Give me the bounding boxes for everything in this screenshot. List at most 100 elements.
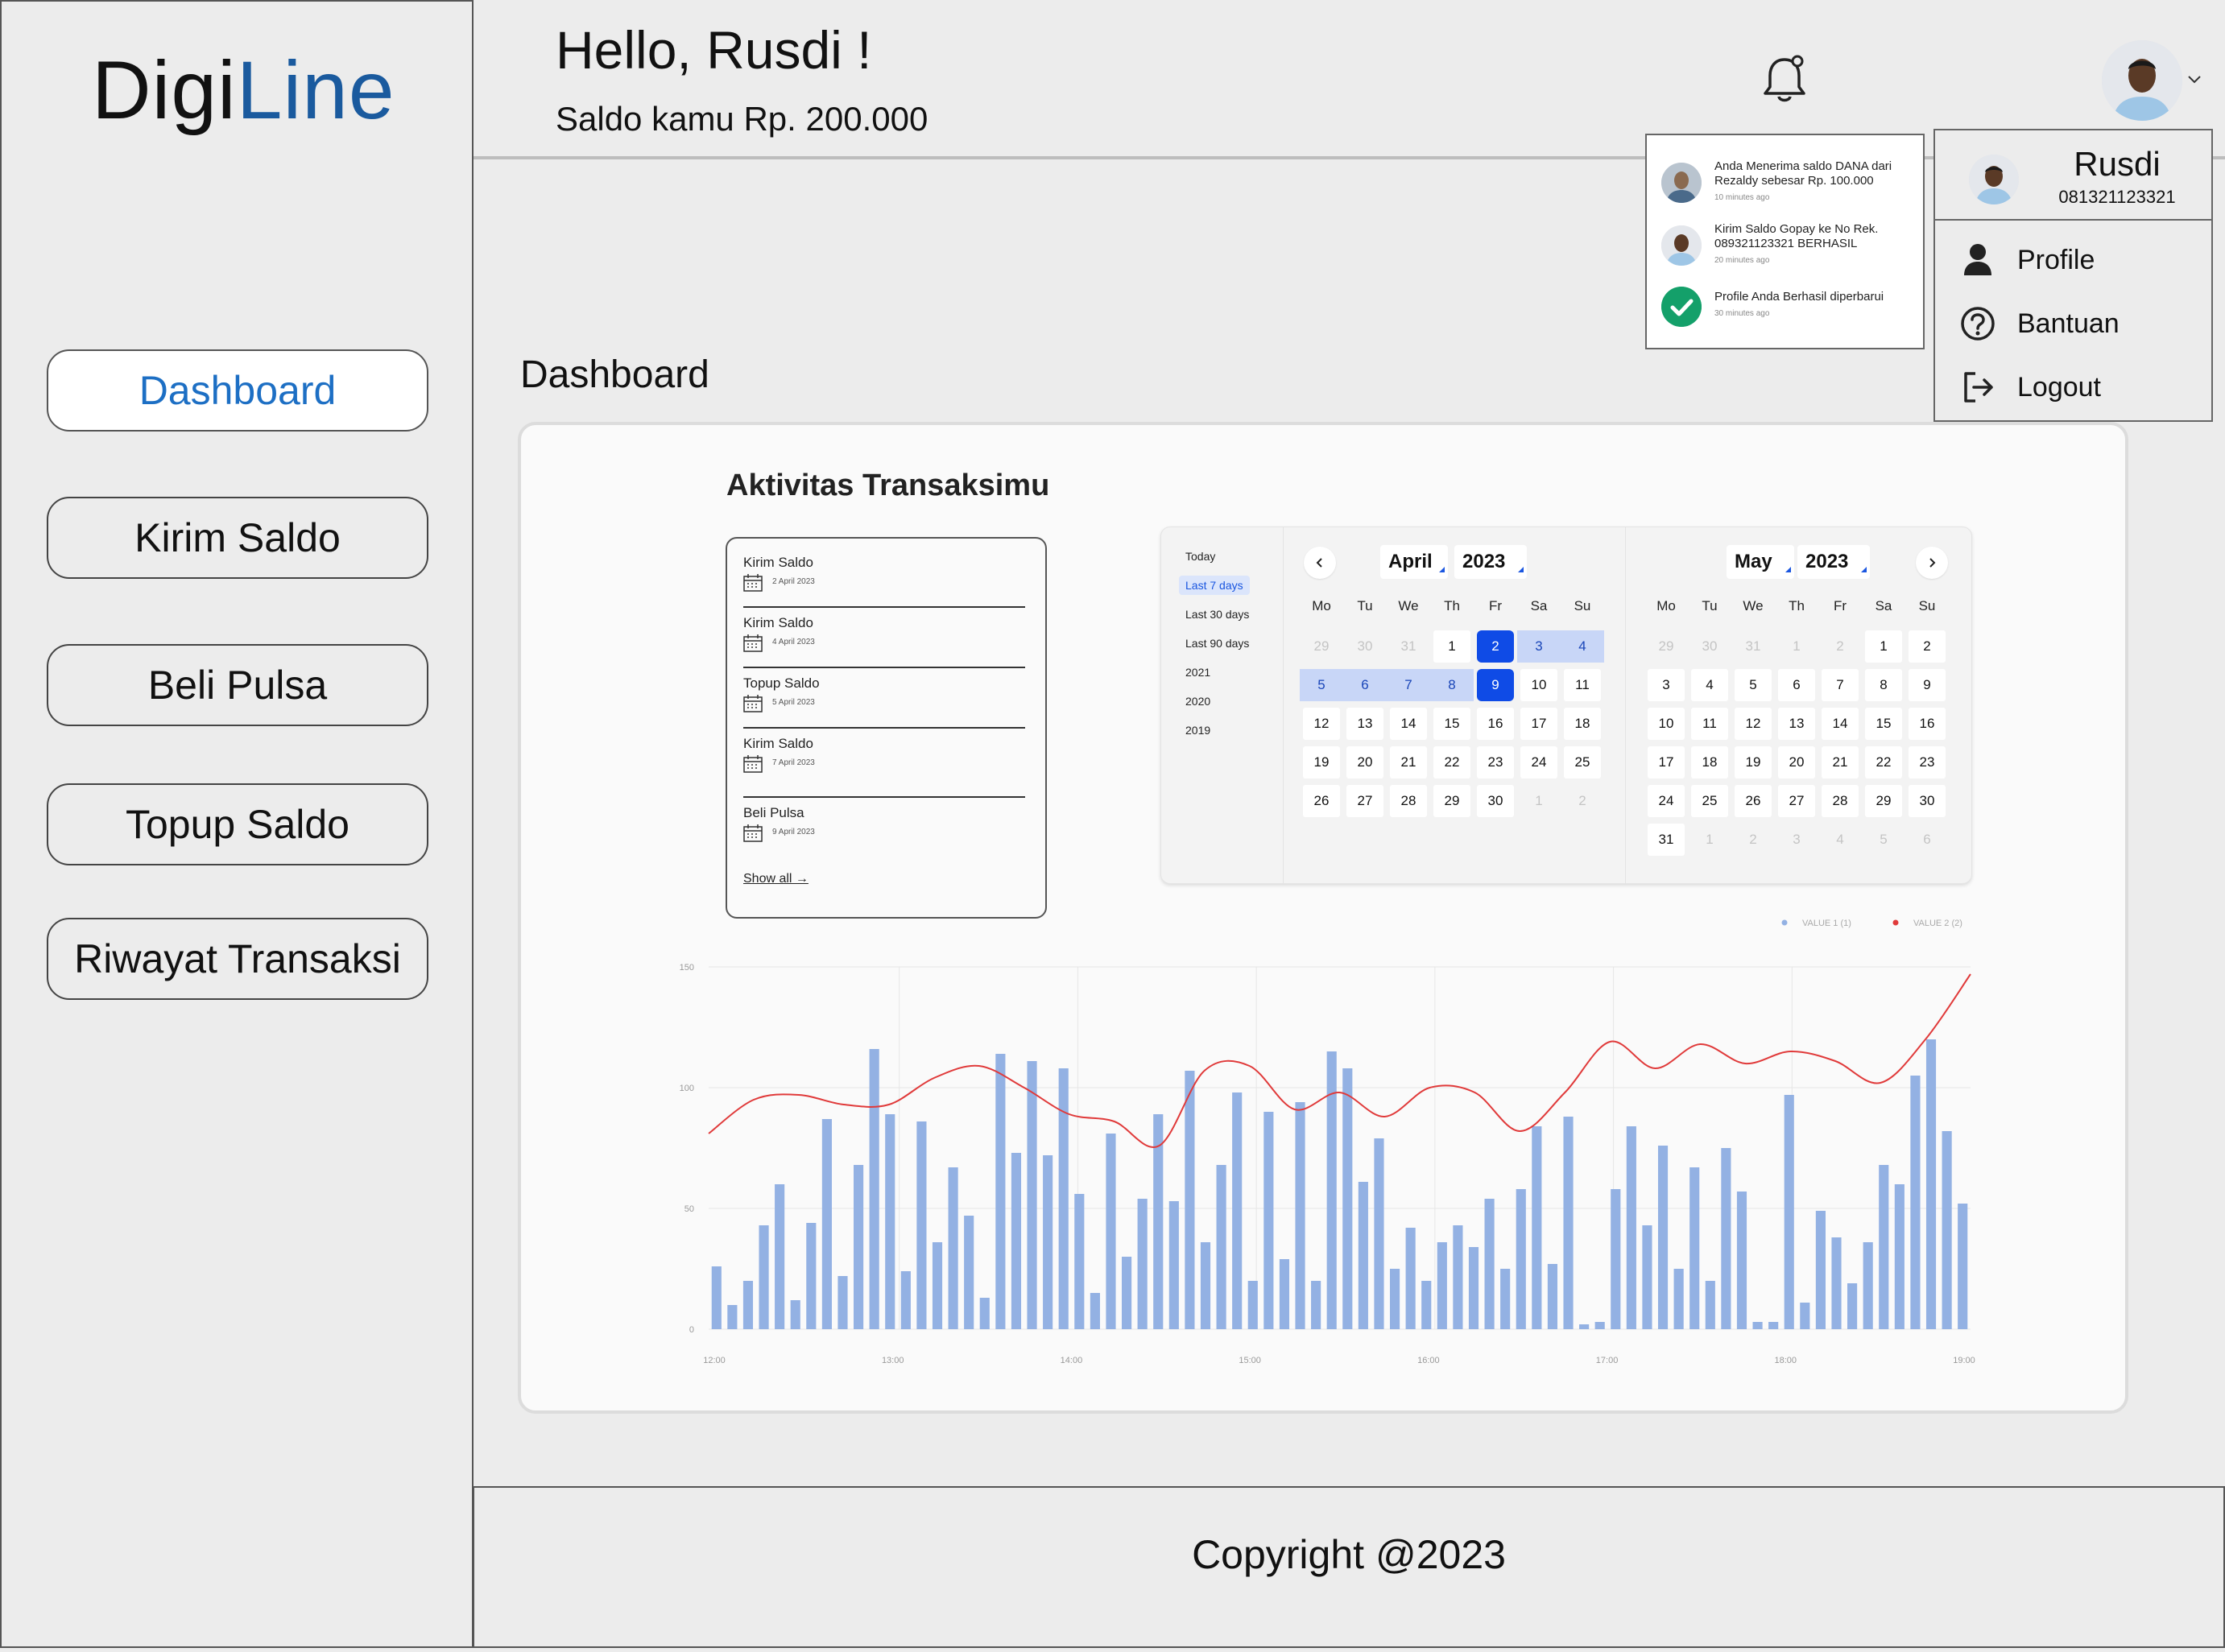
calendar-day[interactable]: 3: [1517, 630, 1561, 663]
calendar-day[interactable]: 25: [1564, 746, 1601, 779]
show-all-link[interactable]: Show all →: [743, 872, 809, 886]
list-item[interactable]: Kirim Saldo 4 April 2023: [743, 615, 1025, 652]
calendar-day[interactable]: 24: [1648, 785, 1685, 817]
calendar-day[interactable]: 27: [1778, 785, 1815, 817]
calendar-day[interactable]: 17: [1520, 708, 1557, 740]
calendar-day[interactable]: 26: [1735, 785, 1772, 817]
calendar-day[interactable]: 15: [1433, 708, 1470, 740]
calendar-day[interactable]: 8: [1865, 669, 1902, 701]
list-item[interactable]: Beli Pulsa 9 April 2023: [743, 805, 1025, 842]
year-select-left[interactable]: 2023: [1454, 545, 1527, 579]
calendar-day[interactable]: 26: [1303, 785, 1340, 817]
calendar-day[interactable]: 23: [1477, 746, 1514, 779]
month-select-right[interactable]: May: [1727, 545, 1794, 579]
calendar-day[interactable]: 27: [1346, 785, 1383, 817]
calendar-day[interactable]: 19: [1303, 746, 1340, 779]
sidebar-item-dashboard[interactable]: Dashboard: [47, 349, 428, 432]
app-logo[interactable]: DigiLine: [92, 43, 395, 138]
calendar-day: 5: [1880, 832, 1888, 847]
preset-option[interactable]: Last 30 days: [1179, 605, 1255, 624]
list-item[interactable]: Topup Saldo 5 April 2023: [743, 675, 1025, 712]
list-item[interactable]: Kirim Saldo 2 April 2023: [743, 555, 1025, 592]
calendar-day[interactable]: 13: [1346, 708, 1383, 740]
calendar-day[interactable]: 20: [1778, 746, 1815, 779]
calendar-day[interactable]: 30: [1477, 785, 1514, 817]
sidebar-item-beli-pulsa[interactable]: Beli Pulsa: [47, 644, 428, 726]
sidebar-item-topup-saldo[interactable]: Topup Saldo: [47, 783, 428, 865]
next-month-button[interactable]: [1916, 547, 1948, 579]
calendar-day[interactable]: 6: [1778, 669, 1815, 701]
calendar-day[interactable]: 1: [1433, 630, 1470, 663]
calendar-day[interactable]: 28: [1390, 785, 1427, 817]
chevron-down-icon[interactable]: [2187, 74, 2202, 85]
calendar-day[interactable]: 19: [1735, 746, 1772, 779]
calendar-day[interactable]: 6: [1343, 669, 1387, 701]
calendar-day[interactable]: 3: [1648, 669, 1685, 701]
calendar-day[interactable]: 10: [1648, 708, 1685, 740]
sidebar-item-kirim-saldo[interactable]: Kirim Saldo: [47, 497, 428, 579]
preset-option[interactable]: Last 90 days: [1179, 634, 1255, 653]
calendar-day[interactable]: 22: [1865, 746, 1902, 779]
calendar-day[interactable]: 21: [1822, 746, 1859, 779]
calendar-day[interactable]: 22: [1433, 746, 1470, 779]
sidebar-item-riwayat-transaksi[interactable]: Riwayat Transaksi: [47, 918, 428, 1000]
month-select-left[interactable]: April: [1380, 545, 1448, 579]
calendar-day[interactable]: 16: [1477, 708, 1514, 740]
calendar-day[interactable]: 5: [1300, 669, 1343, 701]
menu-item-profile[interactable]: Profile: [1959, 235, 2201, 285]
notification-item[interactable]: Anda Menerima saldo DANA dari Rezaldy se…: [1661, 156, 1919, 213]
calendar-day[interactable]: 7: [1387, 669, 1430, 701]
calendar-day[interactable]: 30: [1909, 785, 1946, 817]
notification-item[interactable]: Profile Anda Berhasil diperbarui 30 minu…: [1661, 280, 1919, 337]
bell-icon[interactable]: [1762, 53, 1807, 105]
calendar-day[interactable]: 8: [1430, 669, 1474, 701]
calendar-day[interactable]: 24: [1520, 746, 1557, 779]
preset-option[interactable]: Today: [1179, 547, 1222, 566]
menu-item-bantuan[interactable]: Bantuan: [1959, 299, 2201, 349]
calendar-day[interactable]: 21: [1390, 746, 1427, 779]
menu-item-logout[interactable]: Logout: [1959, 362, 2201, 412]
footer: Copyright @2023: [473, 1486, 2225, 1648]
year-select-right[interactable]: 2023: [1797, 545, 1870, 579]
calendar-day[interactable]: 9: [1909, 669, 1946, 701]
prev-month-button[interactable]: [1304, 547, 1336, 579]
notification-text: Kirim Saldo Gopay ke No Rek. 08932112332…: [1714, 222, 1879, 250]
preset-option[interactable]: 2021: [1179, 663, 1217, 682]
calendar-day[interactable]: 20: [1346, 746, 1383, 779]
preset-option[interactable]: 2020: [1179, 692, 1217, 711]
calendar-day[interactable]: 5: [1735, 669, 1772, 701]
calendar-day[interactable]: 1: [1865, 630, 1902, 663]
calendar-day[interactable]: 29: [1433, 785, 1470, 817]
calendar-day[interactable]: 4: [1691, 669, 1728, 701]
calendar-day[interactable]: 2: [1909, 630, 1946, 663]
calendar-day[interactable]: 23: [1909, 746, 1946, 779]
calendar-day[interactable]: 11: [1691, 708, 1728, 740]
preset-option[interactable]: 2019: [1179, 721, 1217, 740]
preset-option[interactable]: Last 7 days: [1179, 576, 1250, 595]
calendar-day[interactable]: 2: [1477, 630, 1514, 663]
calendar-day[interactable]: 16: [1909, 708, 1946, 740]
calendar-day[interactable]: 7: [1822, 669, 1859, 701]
calendar-day[interactable]: 4: [1561, 630, 1604, 663]
calendar-day[interactable]: 17: [1648, 746, 1685, 779]
calendar-day[interactable]: 31: [1648, 824, 1685, 856]
calendar-day[interactable]: 25: [1691, 785, 1728, 817]
calendar-day[interactable]: 11: [1564, 669, 1601, 701]
calendar-day[interactable]: 15: [1865, 708, 1902, 740]
calendar-day[interactable]: 28: [1822, 785, 1859, 817]
calendar-day[interactable]: 29: [1865, 785, 1902, 817]
calendar-day[interactable]: 12: [1735, 708, 1772, 740]
calendar-day[interactable]: 12: [1303, 708, 1340, 740]
calendar-day[interactable]: 10: [1520, 669, 1557, 701]
list-item[interactable]: Kirim Saldo 7 April 2023: [743, 736, 1025, 773]
calendar-day[interactable]: 9: [1477, 669, 1514, 701]
calendar-day[interactable]: 18: [1564, 708, 1601, 740]
calendar-day[interactable]: 14: [1822, 708, 1859, 740]
calendar-day[interactable]: 13: [1778, 708, 1815, 740]
calendar-day[interactable]: 18: [1691, 746, 1728, 779]
copyright-text: Copyright @2023: [1192, 1532, 1506, 1577]
weekday-label: Th: [1444, 598, 1460, 613]
user-avatar[interactable]: [2102, 40, 2182, 121]
notification-item[interactable]: Kirim Saldo Gopay ke No Rek. 08932112332…: [1661, 219, 1919, 275]
calendar-day[interactable]: 14: [1390, 708, 1427, 740]
